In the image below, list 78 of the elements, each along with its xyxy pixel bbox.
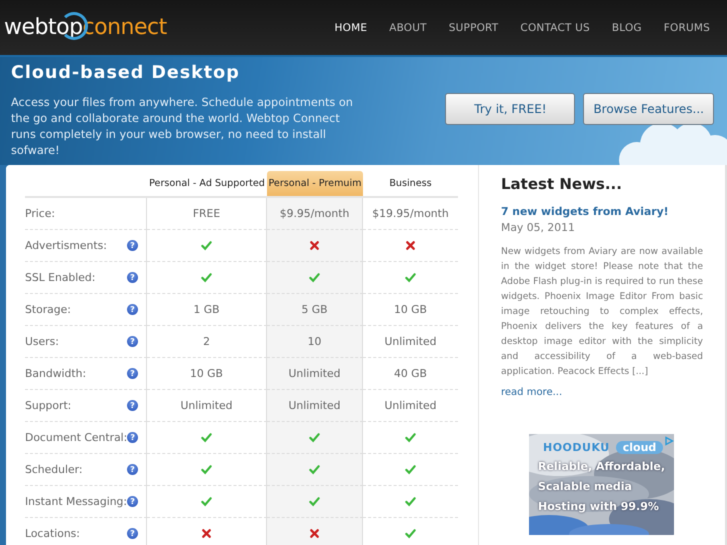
nav-link[interactable]: ABOUT <box>378 22 438 34</box>
table-cell: Unlimited <box>288 367 340 380</box>
table-cell: 10 GB <box>394 303 427 316</box>
check-icon <box>309 432 320 443</box>
help-icon[interactable]: ? <box>127 304 138 315</box>
help-icon[interactable]: ? <box>127 272 138 283</box>
ad-brand: HOODUKU <box>543 441 610 454</box>
ad-badge: cloud <box>616 441 664 454</box>
hero-button[interactable]: Browse Features... <box>583 93 714 125</box>
check-icon <box>201 496 212 507</box>
ad-banner[interactable]: HOODUKU cloud Reliable, Affordable, Scalable media Hosting with 99.9% <box>529 434 674 535</box>
column-header: Business <box>363 171 458 198</box>
row-label: SSL Enabled: <box>25 271 96 284</box>
check-icon <box>309 272 320 283</box>
check-icon <box>405 272 416 283</box>
row-label: Support: <box>25 399 72 412</box>
row-label: Document Central: <box>25 431 128 444</box>
cross-icon <box>201 528 212 539</box>
cross-icon <box>405 240 416 251</box>
row-label: Advertisments: <box>25 239 107 252</box>
check-icon <box>201 464 212 475</box>
news-title-link[interactable]: 7 new widgets from Aviary! <box>501 205 703 218</box>
check-icon <box>201 240 212 251</box>
read-more-link[interactable]: read more... <box>501 387 703 398</box>
news-text: New widgets from Aviary are now available in the widget store! Please note that the Adobe Flash plug-in is required to run these widgets. Phoenix Image Editor From basic image retouching to complex effects, Phoenix delivers the key features of a desktop image editor with the simplicity and accessibility of a web-based application. Peacock Effects [...] <box>501 245 703 379</box>
ad-text: Reliable, Affordable, <box>537 459 666 475</box>
news-date: May 05, 2011 <box>501 221 576 234</box>
help-icon[interactable]: ? <box>127 336 138 347</box>
help-icon[interactable]: ? <box>127 464 138 475</box>
hero-text: Access your files from anywhere. Schedule appointments on the go and collaborate around the world. Webtop Connect runs completely in your web browser, no need to install sofware! <box>11 95 354 159</box>
row-label: Scheduler: <box>25 463 83 476</box>
row-label: Price: <box>25 207 55 220</box>
ad-text: Scalable media <box>537 479 633 495</box>
check-icon <box>405 432 416 443</box>
check-icon <box>201 432 212 443</box>
table-cell: $9.95/month <box>280 207 350 220</box>
ad-text: Hosting with 99.9% <box>537 499 660 515</box>
nav-link[interactable]: CONTACT US <box>509 22 601 34</box>
table-cell: $19.95/month <box>372 207 449 220</box>
check-icon <box>309 464 320 475</box>
help-icon[interactable]: ? <box>127 496 138 507</box>
nav-link[interactable]: BLOG <box>600 22 653 34</box>
hero-button[interactable]: Try it, FREE! <box>445 93 576 125</box>
play-icon[interactable] <box>664 436 674 446</box>
help-icon[interactable]: ? <box>127 432 138 443</box>
row-label: Locations: <box>25 527 80 540</box>
table-cell: Unlimited <box>288 399 340 412</box>
row-label: Storage: <box>25 303 71 316</box>
table-cell: Unlimited <box>384 335 436 348</box>
check-icon <box>309 496 320 507</box>
table-cell: 10 GB <box>190 367 223 380</box>
nav-link[interactable]: HOME <box>324 22 378 34</box>
table-cell: Unlimited <box>384 399 436 412</box>
check-icon <box>405 464 416 475</box>
help-icon[interactable]: ? <box>127 240 138 251</box>
table-cell: Unlimited <box>180 399 232 412</box>
row-label: Instant Messaging: <box>25 495 128 508</box>
check-icon <box>405 496 416 507</box>
table-cell: 2 <box>203 335 210 348</box>
table-cell: FREE <box>192 207 220 220</box>
help-icon[interactable]: ? <box>127 400 138 411</box>
check-icon <box>405 528 416 539</box>
section-heading: Latest News... <box>501 175 623 193</box>
cross-icon <box>309 240 320 251</box>
row-label: Users: <box>25 335 59 348</box>
cross-icon <box>309 528 320 539</box>
table-cell: 40 GB <box>394 367 427 380</box>
check-icon <box>201 272 212 283</box>
table-cell: 10 <box>308 335 322 348</box>
nav-link[interactable]: FORUMS <box>652 22 721 34</box>
table-cell: 1 GB <box>193 303 220 316</box>
hero-title: Cloud-based Desktop <box>11 63 241 83</box>
nav-link[interactable]: SUPPORT <box>438 22 510 34</box>
help-icon[interactable]: ? <box>127 368 138 379</box>
help-icon[interactable]: ? <box>127 528 138 539</box>
table-cell: 5 GB <box>301 303 328 316</box>
row-label: Bandwidth: <box>25 367 86 380</box>
column-header: Personal - Premuim <box>267 171 363 198</box>
